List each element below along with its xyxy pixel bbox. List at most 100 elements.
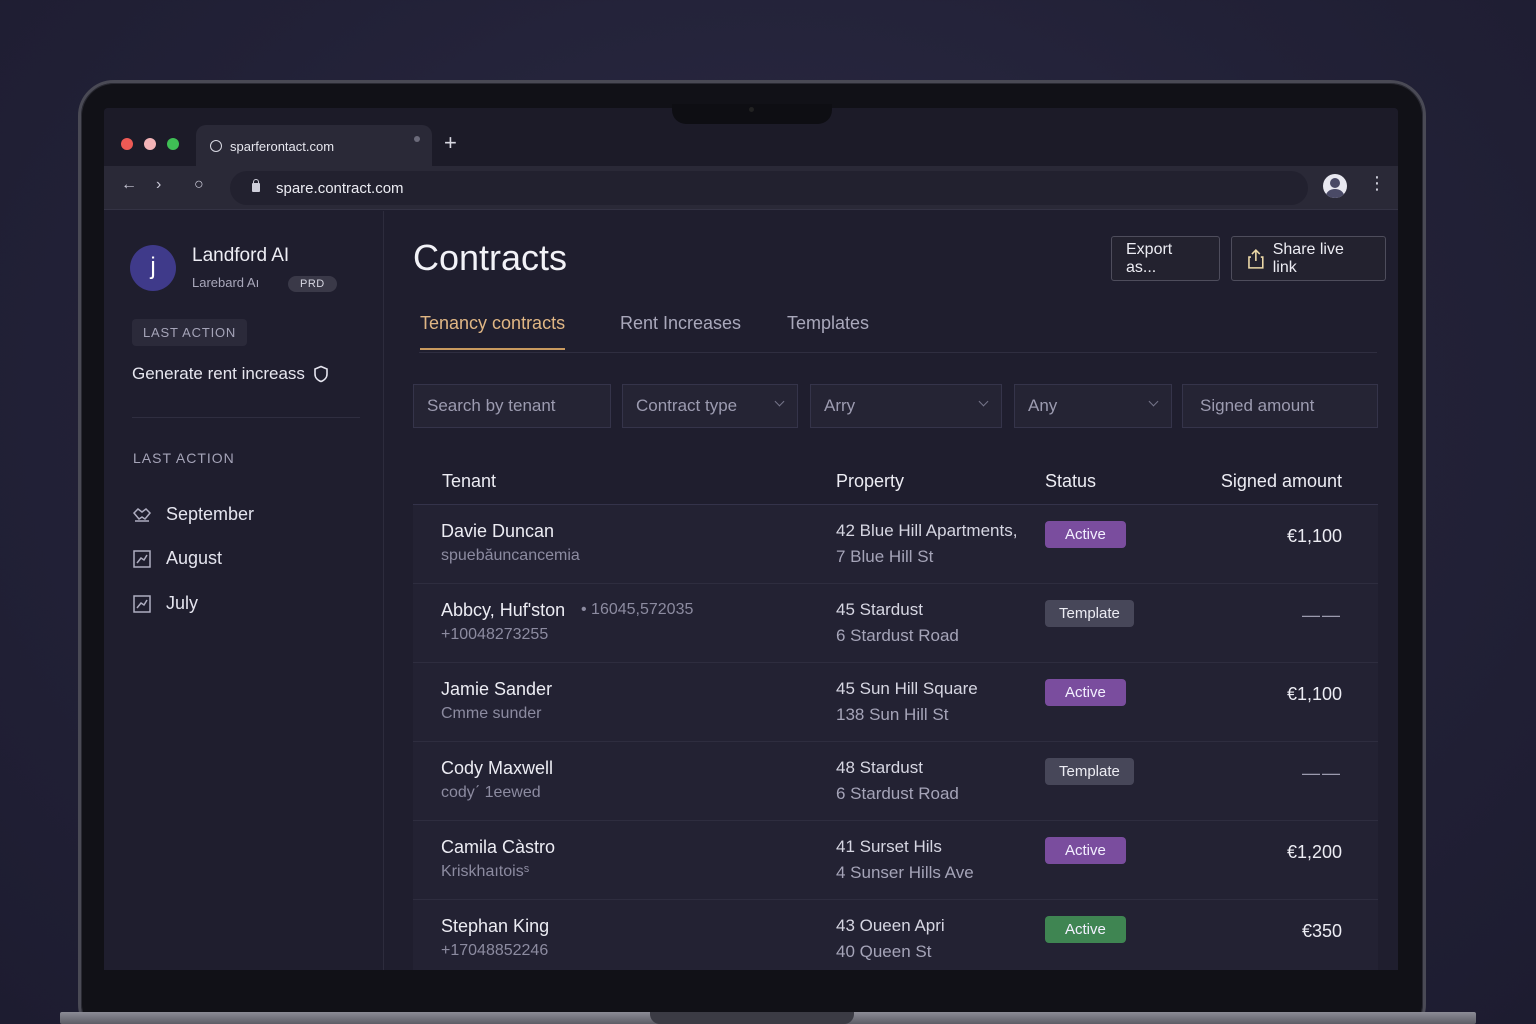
table-header: Tenant Property Status Signed amount: [413, 459, 1378, 505]
forward-button[interactable]: ›: [156, 176, 161, 194]
property-line2: 6 Stardust Road: [836, 784, 959, 803]
section-heading: LAST ACTION: [133, 450, 235, 466]
tenant-name: Davie Duncan: [441, 521, 555, 541]
tenant-sub: Kriskhaıtoisˢ: [441, 863, 530, 880]
org-name: Landford AI: [192, 245, 290, 266]
tab-rent-increases[interactable]: Rent Increases: [620, 313, 741, 348]
header-property[interactable]: Property: [836, 471, 904, 492]
tab-close-icon[interactable]: [414, 136, 420, 142]
signed-amount: ——: [1302, 763, 1342, 783]
status-badge: Active: [1045, 679, 1126, 706]
org-subtitle: Larebard Aı: [192, 275, 260, 290]
chevron-down-icon: [1148, 396, 1159, 407]
header-tenant[interactable]: Tenant: [442, 471, 496, 492]
sidebar-item-august[interactable]: August: [132, 548, 222, 569]
tenant-sub: Cmme sunder: [441, 705, 542, 722]
handshake-icon: [132, 507, 152, 522]
table-row[interactable]: Camila Càstro Kriskhaıtoisˢ 41 Surset Hi…: [413, 821, 1378, 900]
tenant-sub: +10048273255: [441, 626, 549, 643]
url-text: spare.contract.com: [276, 179, 404, 197]
any-filter-value: Any: [1028, 396, 1058, 415]
main-content: Contracts Export as... Share live link T…: [384, 211, 1398, 970]
tenant-extra: • 16045,572035: [581, 601, 694, 618]
tab-bar: Tenancy contracts Rent Increases Templat…: [419, 313, 1377, 353]
tenant-sub: codyˊ 1eewed: [441, 784, 541, 801]
table-row[interactable]: Abbcy, Huf'ston • 16045,572035 +10048273…: [413, 584, 1378, 663]
header-status[interactable]: Status: [1045, 471, 1096, 492]
new-tab-button[interactable]: +: [444, 132, 457, 154]
signed-amount: €1,100: [1286, 684, 1342, 704]
page-title: Contracts: [413, 237, 568, 278]
maximize-window-button[interactable]: [167, 138, 179, 150]
tab-title: sparferontact.com: [230, 138, 335, 154]
signed-amount: €1,200: [1286, 842, 1342, 862]
property-line2: 138 Sun Hill St: [836, 705, 949, 724]
table-row[interactable]: Cody Maxwell codyˊ 1eewed 48 Stardust 6 …: [413, 742, 1378, 821]
laptop-base-notch: [650, 1012, 854, 1024]
env-badge: PRD: [288, 276, 337, 292]
shield-icon: [314, 365, 328, 383]
share-live-link-button[interactable]: Share live link: [1231, 236, 1386, 281]
sidebar-item-label: July: [166, 593, 199, 613]
signed-amount: ——: [1302, 605, 1342, 625]
tenant-name: Abbcy, Huf'ston: [441, 600, 566, 620]
last-action-chip: LAST ACTION: [132, 319, 248, 346]
property-line2: 4 Sunser Hills Ave: [836, 863, 974, 882]
address-bar[interactable]: spare.contract.com: [230, 171, 1308, 205]
reload-button[interactable]: ○: [194, 176, 204, 194]
tenant-name: Camila Càstro: [441, 837, 556, 857]
tenant-sub: +17048852246: [441, 942, 549, 959]
browser-menu-button[interactable]: ⋮: [1368, 174, 1386, 192]
browser-tab[interactable]: sparferontact.com: [196, 125, 432, 167]
chevron-down-icon: [978, 396, 989, 407]
export-button[interactable]: Export as...: [1111, 236, 1220, 281]
status-filter-select[interactable]: Arry: [810, 384, 1002, 428]
lock-icon: [252, 179, 260, 192]
property-line2: 6 Stardust Road: [836, 626, 959, 645]
chevron-down-icon: [774, 396, 785, 407]
back-button[interactable]: ←: [121, 176, 137, 194]
property-line1: 41 Surset Hils: [836, 837, 942, 856]
share-label: Share live link: [1272, 240, 1344, 276]
property-line1: 48 Stardust: [836, 758, 923, 777]
property-line1: 45 Stardust: [836, 600, 923, 619]
last-action-item[interactable]: Generate rent increass: [132, 364, 329, 384]
any-filter-select[interactable]: Any: [1014, 384, 1172, 428]
contract-type-value: Contract type: [636, 396, 738, 415]
header-signed-amount[interactable]: Signed amount: [1221, 471, 1342, 492]
status-badge: Template: [1045, 600, 1134, 627]
table-row[interactable]: Stephan King +17048852246 43 Oueen Apri …: [413, 900, 1378, 970]
status-badge: Active: [1045, 916, 1126, 943]
table-row[interactable]: Davie Duncan spuebăuncancemia 42 Blue Hi…: [413, 505, 1378, 584]
property-line2: 40 Queen St: [836, 942, 932, 961]
property-line2: 7 Blue Hill St: [836, 547, 934, 566]
close-window-button[interactable]: [121, 138, 133, 150]
chart-icon: [133, 549, 151, 568]
minimize-window-button[interactable]: [144, 138, 156, 150]
org-avatar[interactable]: j: [130, 245, 176, 291]
status-badge: Active: [1045, 837, 1126, 864]
tab-tenancy-contracts[interactable]: Tenancy contracts: [420, 313, 566, 350]
tenant-name: Cody Maxwell: [441, 758, 554, 778]
tenant-sub: spuebăuncancemia: [441, 547, 580, 564]
property-line1: 43 Oueen Apri: [836, 916, 945, 935]
table-row[interactable]: Jamie Sander Cmme sunder 45 Sun Hill Squ…: [413, 663, 1378, 742]
tenant-name: Stephan King: [441, 916, 550, 936]
screen: sparferontact.com + ← › ○ spare.contract…: [104, 108, 1398, 970]
status-filter-value: Arry: [824, 396, 856, 415]
last-action-label: Generate rent increass: [132, 364, 305, 383]
signed-amount-input[interactable]: Signed amount: [1182, 384, 1378, 428]
globe-icon: [210, 140, 222, 152]
search-input[interactable]: Search by tenant: [413, 384, 611, 428]
contract-type-select[interactable]: Contract type: [622, 384, 798, 428]
tab-templates[interactable]: Templates: [787, 313, 869, 348]
sidebar: j Landford AI Larebard Aı PRD LAST ACTIO…: [104, 211, 384, 970]
sidebar-item-label: September: [166, 504, 255, 524]
browser-toolbar: ← › ○ spare.contract.com ⋮: [104, 166, 1398, 210]
camera-notch: [672, 104, 832, 124]
sidebar-item-september[interactable]: September: [132, 504, 254, 525]
share-icon: [1248, 248, 1264, 269]
profile-avatar-icon[interactable]: [1323, 174, 1347, 198]
signed-amount: €350: [1301, 921, 1342, 941]
sidebar-item-july[interactable]: July: [132, 593, 198, 614]
